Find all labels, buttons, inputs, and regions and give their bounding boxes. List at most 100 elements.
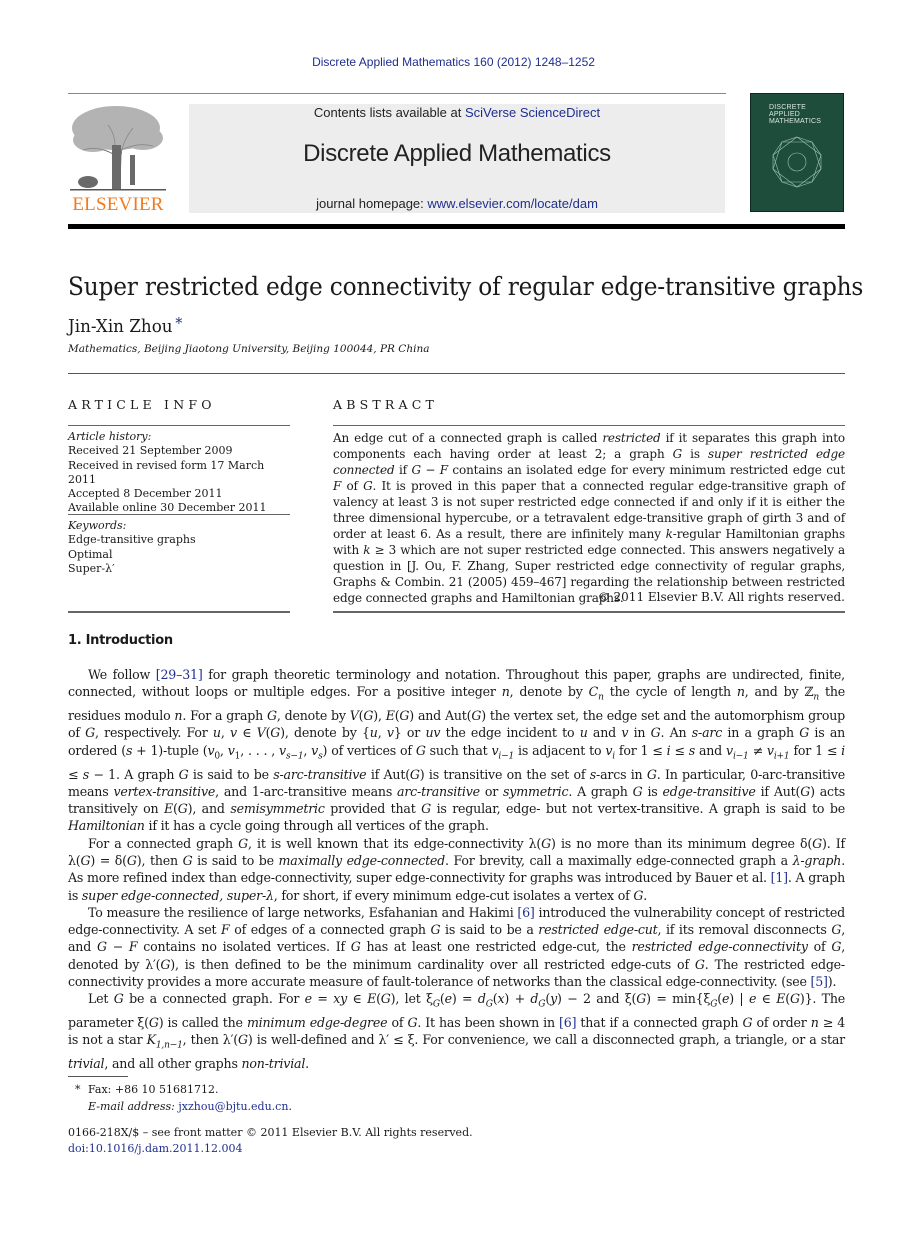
italic-text: G [399,708,410,724]
italic-text: G [650,725,661,741]
italic-text: n [810,1015,819,1031]
italic-text: G [178,766,189,782]
italic-text: C [588,684,599,700]
italic-text: λ-graph [792,853,842,868]
italic-text: super edge-connected, super-λ [81,887,274,903]
italic-text: s [688,742,695,758]
subscript: i−1 [732,751,749,762]
italic-text: G [471,708,482,724]
italic-text: G [409,766,420,782]
subscript: G [538,999,546,1010]
italic-text: s-arc [691,725,723,741]
italic-text: vertex-transitive [113,783,216,799]
footnotes: * Fax: +86 10 51681712. E-mail address: j… [75,1081,292,1115]
email-label: E-mail address: [88,1100,175,1113]
subscript: 1 [234,751,241,762]
author-affiliation: Mathematics, Beijing Jiaotong University… [68,343,430,355]
subscript: s [318,751,323,762]
article-info-heading: ARTICLE INFO [68,397,216,412]
italic-text: E [164,801,174,817]
italic-text: G [96,939,107,955]
citation-link[interactable]: [1] [771,870,788,885]
author-footnote-marker[interactable]: * [175,314,182,332]
italic-text: xy [333,991,348,1007]
body-paragraph: To measure the resilience of large netwo… [68,904,846,990]
italic-text: v [621,725,629,741]
citation-link[interactable]: [5] [811,974,828,989]
italic-text: G [646,766,657,782]
citation-link[interactable]: [6] [559,1015,576,1030]
italic-text: G [237,1032,248,1048]
italic-text: F [128,939,138,955]
cover-graph-icon [772,136,822,188]
subscript: 0 [214,751,220,762]
section-heading-introduction: 1. Introduction [68,633,173,648]
italic-text: non-trivial [241,1056,306,1072]
abstract-copyright: © 2011 Elsevier B.V. All rights reserved… [597,590,845,604]
issn-line: 0166-218X/$ – see front matter © 2011 El… [68,1126,473,1139]
italic-text: e [721,991,730,1007]
italic-text: e [748,991,757,1007]
author-line: Jin-Xin Zhou * [68,314,182,337]
abstract-text: An edge cut of a connected graph is call… [333,431,846,605]
italic-text: G [742,1015,753,1031]
italic-text: G [126,853,137,868]
italic-text: G [80,853,91,868]
email-footnote: E-mail address: jxzhou@bjtu.edu.cn. [88,1100,292,1113]
italic-text: x [497,991,505,1007]
italic-text: G [636,991,647,1007]
citation-link[interactable]: [29–31] [156,667,203,682]
italic-text: y [550,991,557,1007]
header-divider [68,93,726,94]
italic-text: G [407,1015,418,1031]
history-accepted: Accepted 8 December 2011 [68,487,223,501]
sciencedirect-link[interactable]: SciVerse ScienceDirect [465,105,600,120]
italic-text: G [411,463,421,477]
italic-text: arc-transitive [397,783,480,799]
italic-text: G [800,783,811,799]
author-name: Jin-Xin Zhou [68,316,173,337]
italic-text: v [386,725,394,741]
abstract-heading: ABSTRACT [333,397,439,412]
email-link[interactable]: jxzhou@bjtu.edu.cn [178,1100,288,1113]
italic-text: restricted edge-connectivity [631,939,808,955]
italic-text: restricted [602,431,661,445]
journal-reference-link[interactable]: Discrete Applied Mathematics 160 (2012) … [0,55,907,69]
italic-text: edge-transitive [662,783,756,799]
italic-text: G [430,922,441,938]
italic-text: G [177,801,188,817]
keyword-item: Edge-transitive graphs [68,533,196,547]
subscript: G [710,999,718,1010]
journal-homepage-line: journal homepage: www.elsevier.com/locat… [189,196,725,211]
keywords-divider [68,514,290,515]
italic-text: K [146,1032,156,1048]
doi-link[interactable]: doi:10.1016/j.dam.2011.12.004 [68,1142,243,1155]
subscript: s−1 [285,751,304,762]
italic-text: G [633,887,644,903]
italic-text: G [182,853,193,868]
italic-text: V [349,708,359,724]
body-paragraph: Let G be a connected graph. For e = xy ∈… [68,991,846,1072]
italic-text: G [632,783,643,799]
italic-text: F [221,922,230,938]
italic-text: super restricted edge connected [333,447,846,477]
journal-homepage-link[interactable]: www.elsevier.com/locate/dam [427,196,598,211]
body-paragraph: For a connected graph G, it is well know… [68,835,845,903]
italic-text: G [113,991,124,1007]
italic-text: F [439,463,448,477]
italic-text: u [579,725,588,741]
history-received: Received 21 September 2009 [68,444,233,458]
italic-text: G [694,956,705,972]
italic-text: G [421,801,432,817]
subscript: i+1 [773,751,790,762]
italic-text: s-arc-transitive [273,766,367,782]
italic-text: G [148,1015,159,1031]
subscript: i [612,751,615,762]
italic-text: G [831,939,842,955]
italic-text: v [227,742,235,758]
italic-text: minimum edge-degree [246,1015,388,1031]
citation-link[interactable]: [6] [517,905,534,920]
keywords-label: Keywords: [68,519,127,532]
italic-text: n [736,684,745,700]
homepage-prefix: journal homepage: [316,196,428,211]
